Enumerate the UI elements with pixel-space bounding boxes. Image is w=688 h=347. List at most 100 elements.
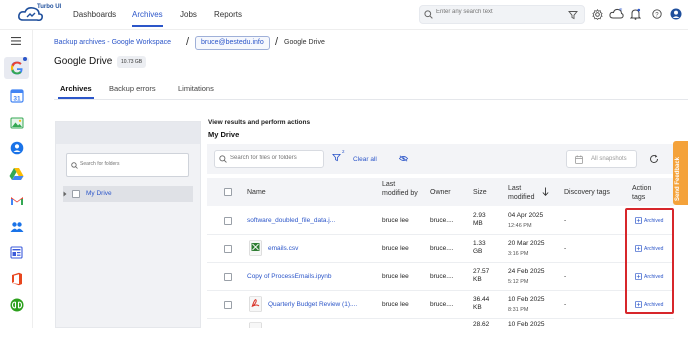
- table-row[interactable]: software_doubled_file_data.j... bruce le…: [207, 207, 674, 235]
- search-icon: [424, 10, 433, 19]
- notifications-bell-icon[interactable]: [630, 8, 641, 20]
- quickbooks-icon: [10, 298, 23, 311]
- breadcrumb-archives-link[interactable]: Backup archives - Google Workspace: [54, 39, 171, 46]
- folder-checkbox[interactable]: [72, 190, 80, 198]
- column-header-action-tags[interactable]: Action tags: [632, 184, 666, 202]
- modified-by: bruce lee: [382, 301, 409, 308]
- sort-descending-icon[interactable]: [542, 187, 549, 196]
- nav-archives[interactable]: Archives: [132, 10, 163, 27]
- row-checkbox[interactable]: [224, 301, 232, 309]
- nav-jobs[interactable]: Jobs: [180, 10, 197, 19]
- file-name-link[interactable]: emails.csv: [268, 245, 298, 253]
- column-header-discovery-tags[interactable]: Discovery tags: [564, 188, 610, 197]
- row-checkbox[interactable]: [224, 217, 232, 225]
- column-header-modified-by[interactable]: Last modified by: [382, 180, 422, 198]
- results-heading: View results and perform actions: [208, 119, 311, 126]
- results-toolbar: 2 Clear all All snapshots: [207, 144, 674, 174]
- tab-backup-errors[interactable]: Backup errors: [109, 84, 156, 93]
- user-avatar-icon[interactable]: [670, 8, 682, 20]
- svg-text:31: 31: [13, 95, 21, 102]
- modified-by: bruce lee: [382, 217, 409, 224]
- discovery-tags: -: [564, 217, 567, 224]
- filter-count-badge: 2: [342, 149, 345, 154]
- column-header-size[interactable]: Size: [473, 188, 487, 197]
- send-feedback-label[interactable]: Send Feedback: [675, 157, 681, 201]
- settings-gear-icon[interactable]: [592, 9, 603, 20]
- modified-time: 3:16 PM: [508, 251, 529, 257]
- folder-search-input[interactable]: [80, 161, 180, 167]
- gmail-icon: [10, 197, 23, 205]
- tab-limitations[interactable]: Limitations: [178, 84, 214, 93]
- sidebar-item-drive[interactable]: [8, 165, 25, 182]
- discovery-tags: -: [564, 245, 567, 252]
- row-checkbox[interactable]: [224, 273, 232, 281]
- breadcrumb-account-chip[interactable]: bruce@bestedu.info: [195, 36, 270, 50]
- file-size: 2.93 MB: [473, 212, 486, 227]
- file-size: 27.57 KB: [473, 268, 490, 283]
- folder-item-my-drive[interactable]: My Drive: [63, 186, 193, 202]
- nav-reports[interactable]: Reports: [214, 10, 242, 19]
- image-icon: [10, 117, 23, 128]
- expand-caret-icon[interactable]: [63, 191, 67, 197]
- modified-by: bruce lee: [382, 245, 409, 252]
- table-row[interactable]: Quarterly Budget Review (1).... bruce le…: [207, 291, 674, 319]
- refresh-icon[interactable]: [649, 154, 659, 164]
- sidebar-item-calendar[interactable]: 31: [8, 87, 25, 104]
- nav-dashboards[interactable]: Dashboards: [73, 10, 116, 19]
- results-path: My Drive: [208, 130, 240, 139]
- storage-size-badge: 10.73 GB: [117, 56, 147, 68]
- office-icon: [11, 272, 22, 285]
- help-icon[interactable]: ?: [652, 9, 662, 19]
- owner: bruce....: [430, 301, 454, 308]
- modified-time: 5:12 PM: [508, 279, 529, 285]
- modified-date: 10 Feb 2025: [508, 296, 545, 303]
- pdf-file-icon: [249, 296, 262, 312]
- table-row[interactable]: emails.csv bruce lee bruce.... 1.33 GB 2…: [207, 235, 674, 263]
- sidebar-item-groups[interactable]: [8, 218, 25, 235]
- sidebar-item-contacts[interactable]: [8, 139, 25, 156]
- send-feedback-tab[interactable]: Send Feedback: [673, 141, 688, 205]
- eye-off-icon[interactable]: [399, 155, 408, 162]
- column-header-name[interactable]: Name: [247, 188, 266, 197]
- file-name-link[interactable]: Quarterly Budget Review (1)....: [268, 301, 357, 309]
- modified-time: 12:46 PM: [508, 223, 532, 229]
- sidebar-item-quickbooks[interactable]: [8, 296, 25, 313]
- folder-panel-header: [56, 122, 200, 144]
- file-search[interactable]: [214, 150, 324, 168]
- row-checkbox[interactable]: [224, 245, 232, 253]
- sidebar-item-office[interactable]: [8, 270, 25, 287]
- folder-search[interactable]: [66, 153, 189, 177]
- file-name-link[interactable]: software_doubled_file_data.j...: [247, 217, 335, 225]
- column-header-owner[interactable]: Owner: [430, 188, 451, 197]
- calendar-icon: [575, 155, 583, 164]
- sidebar-item-photos[interactable]: [8, 114, 25, 131]
- column-header-last-modified[interactable]: Last modified: [508, 184, 546, 202]
- global-search-input[interactable]: [436, 9, 566, 15]
- cloud-ai-icon[interactable]: AI: [609, 7, 624, 20]
- tab-archives[interactable]: Archives: [58, 84, 94, 99]
- clear-all-link[interactable]: Clear all: [353, 156, 377, 163]
- tab-divider: [54, 99, 688, 100]
- calendar-icon: 31: [9, 88, 24, 103]
- sidebar-item-sites[interactable]: [8, 244, 25, 261]
- select-all-checkbox[interactable]: [224, 188, 232, 196]
- folder-tree-panel: My Drive: [55, 121, 201, 328]
- filter-icon[interactable]: [332, 153, 341, 162]
- owner: bruce....: [430, 245, 454, 252]
- discovery-tags: -: [564, 301, 567, 308]
- sidebar-item-gmail[interactable]: [8, 192, 25, 209]
- file-icon: [249, 322, 262, 328]
- svg-text:AI: AI: [619, 8, 622, 12]
- table-row[interactable]: Copy of ProcessEmails.ipynb bruce lee br…: [207, 263, 674, 291]
- groups-icon: [10, 221, 23, 232]
- filter-icon[interactable]: [568, 10, 578, 20]
- snapshot-label: All snapshots: [591, 156, 627, 162]
- hamburger-menu-icon[interactable]: [11, 37, 21, 45]
- snapshot-selector[interactable]: All snapshots: [566, 150, 637, 168]
- file-name-link[interactable]: Copy of ProcessEmails.ipynb: [247, 273, 332, 281]
- global-search[interactable]: [419, 5, 585, 24]
- file-search-input[interactable]: [230, 155, 320, 161]
- table-row[interactable]: 28.62 10 Feb 2025: [207, 319, 674, 347]
- folder-label[interactable]: My Drive: [86, 190, 112, 197]
- modified-date: 20 Mar 2025: [508, 240, 545, 247]
